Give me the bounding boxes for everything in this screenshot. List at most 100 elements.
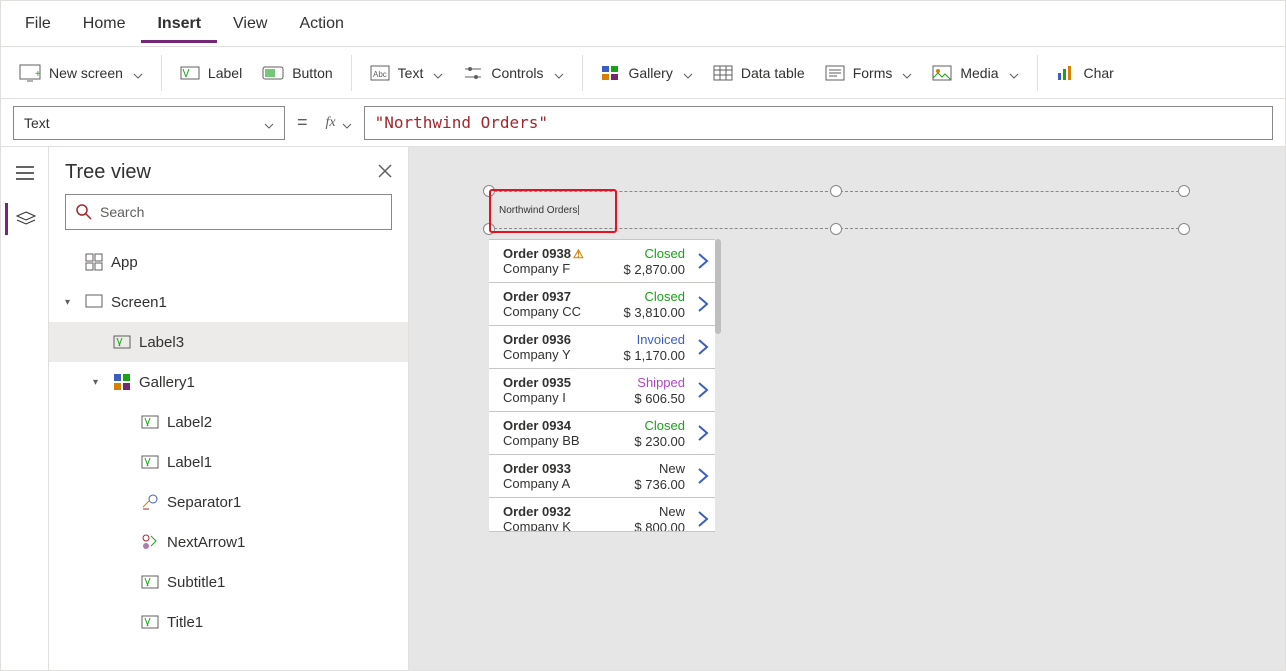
order-status: Invoiced — [637, 332, 685, 347]
next-arrow-icon[interactable] — [697, 381, 709, 402]
gallery-row[interactable]: Order 0936Company YInvoiced$ 1,170.00 — [489, 326, 715, 369]
selected-label-text: Northwind Orders — [499, 205, 579, 216]
label-icon — [180, 64, 200, 82]
tree-node-label3[interactable]: Label3 — [49, 322, 408, 362]
order-status: Closed — [645, 418, 685, 433]
next-arrow-icon[interactable] — [697, 252, 709, 273]
order-status: New — [659, 461, 685, 476]
gallery-preview[interactable]: Order 0938⚠Company FClosed$ 2,870.00Orde… — [489, 239, 715, 532]
gallery-row[interactable]: Order 0934Company BBClosed$ 230.00 — [489, 412, 715, 455]
formula-input[interactable]: "Northwind Orders" — [364, 106, 1273, 140]
gallery-icon — [601, 65, 621, 81]
menu-view[interactable]: View — [217, 5, 283, 43]
gallery-row[interactable]: Order 0938⚠Company FClosed$ 2,870.00 — [489, 240, 715, 283]
selected-label-control[interactable]: Northwind Orders — [489, 189, 1184, 233]
tree-node-nextarrow1[interactable]: NextArrow1 — [49, 522, 408, 562]
canvas[interactable]: Northwind Orders Order 0938⚠Company FClo… — [409, 147, 1285, 671]
insert-text-label: Text — [398, 65, 424, 81]
tree-node-label: Label1 — [167, 454, 212, 471]
tree-node-screen1[interactable]: ▾Screen1 — [49, 282, 408, 322]
insert-chart-button[interactable]: Char — [1046, 59, 1124, 87]
insert-forms-button[interactable]: Forms — [815, 59, 923, 87]
next-arrow-icon[interactable] — [697, 424, 709, 445]
new-screen-icon: + — [19, 64, 41, 82]
property-dropdown[interactable]: Text — [13, 106, 285, 140]
chevron-down-icon — [264, 118, 274, 128]
label-icon — [141, 573, 159, 591]
tree-node-label: NextArrow1 — [167, 534, 245, 551]
insert-media-button[interactable]: Media — [922, 59, 1028, 87]
tree-node-label: Screen1 — [111, 294, 167, 311]
tree-node-label: Label3 — [139, 334, 184, 351]
gallery-scrollbar[interactable] — [715, 239, 721, 334]
gallery-row[interactable]: Order 0937Company CCClosed$ 3,810.00 — [489, 283, 715, 326]
tree-view-title: Tree view — [65, 161, 151, 184]
insert-controls-button[interactable]: Controls — [453, 59, 573, 87]
tree-node-label1[interactable]: Label1 — [49, 442, 408, 482]
chevron-down-icon — [902, 68, 912, 78]
menu-action[interactable]: Action — [283, 5, 359, 43]
insert-forms-label: Forms — [853, 65, 893, 81]
tree-node-app[interactable]: App — [49, 242, 408, 282]
text-icon: Abc — [370, 65, 390, 81]
search-icon — [76, 204, 92, 220]
app-icon — [85, 253, 103, 271]
tree-view-panel: Tree view Search App▾Screen1Label3▾Galle… — [49, 147, 409, 671]
gallery-row[interactable]: Order 0933Company ANew$ 736.00 — [489, 455, 715, 498]
new-screen-label: New screen — [49, 65, 123, 81]
formula-bar: Text = fx "Northwind Orders" — [1, 99, 1285, 147]
insert-button-text: Button — [292, 65, 332, 81]
tree-search-input[interactable]: Search — [65, 194, 392, 230]
order-amount: $ 2,870.00 — [624, 262, 685, 277]
insert-gallery-label: Gallery — [629, 65, 673, 81]
insert-button-button[interactable]: Button — [252, 58, 342, 88]
insert-text-button[interactable]: Abc Text — [360, 59, 454, 87]
tree-node-title1[interactable]: Title1 — [49, 602, 408, 642]
order-status: Closed — [645, 289, 685, 304]
screen-icon — [85, 293, 103, 311]
tree-node-separator1[interactable]: Separator1 — [49, 482, 408, 522]
menu-home[interactable]: Home — [67, 5, 142, 43]
insert-data-table-button[interactable]: Data table — [703, 59, 815, 87]
next-arrow-icon[interactable] — [697, 510, 709, 531]
insert-media-label: Media — [960, 65, 998, 81]
chart-icon — [1056, 65, 1076, 81]
close-icon — [378, 164, 392, 178]
fx-button[interactable]: fx — [326, 115, 352, 131]
chevron-down-icon — [1009, 68, 1019, 78]
menu-file[interactable]: File — [9, 5, 67, 43]
tree-node-label: Separator1 — [167, 494, 241, 511]
media-icon — [932, 65, 952, 81]
chevron-down-icon — [554, 68, 564, 78]
close-panel-button[interactable] — [378, 164, 392, 181]
hamburger-icon — [16, 166, 34, 180]
hamburger-button[interactable] — [5, 157, 45, 189]
tree-node-label: Label2 — [167, 414, 212, 431]
order-status: Shipped — [637, 375, 685, 390]
insert-label-button[interactable]: Label — [170, 58, 252, 88]
controls-icon — [463, 65, 483, 81]
next-arrow-icon[interactable] — [697, 467, 709, 488]
button-icon — [262, 64, 284, 82]
menu-insert[interactable]: Insert — [141, 5, 217, 43]
next-arrow-icon[interactable] — [697, 338, 709, 359]
label-icon — [141, 453, 159, 471]
order-status: New — [659, 504, 685, 519]
insert-gallery-button[interactable]: Gallery — [591, 59, 703, 87]
gallery-row[interactable]: Order 0932Company KNew$ 800.00 — [489, 498, 715, 532]
expand-chevron-icon: ▾ — [93, 377, 105, 388]
tree-node-gallery1[interactable]: ▾Gallery1 — [49, 362, 408, 402]
new-screen-button[interactable]: + New screen — [9, 58, 153, 88]
order-amount: $ 736.00 — [634, 477, 685, 492]
tree-node-label: Title1 — [167, 614, 203, 631]
next-arrow-icon[interactable] — [697, 295, 709, 316]
property-dropdown-value: Text — [24, 115, 50, 131]
tree-node-subtitle1[interactable]: Subtitle1 — [49, 562, 408, 602]
gallery-icon — [113, 373, 131, 391]
order-amount: $ 606.50 — [634, 391, 685, 406]
tree-list: App▾Screen1Label3▾Gallery1Label2Label1Se… — [49, 238, 408, 671]
tree-node-label2[interactable]: Label2 — [49, 402, 408, 442]
equals-sign: = — [297, 112, 308, 133]
tree-view-rail-button[interactable] — [5, 203, 45, 235]
gallery-row[interactable]: Order 0935Company IShipped$ 606.50 — [489, 369, 715, 412]
